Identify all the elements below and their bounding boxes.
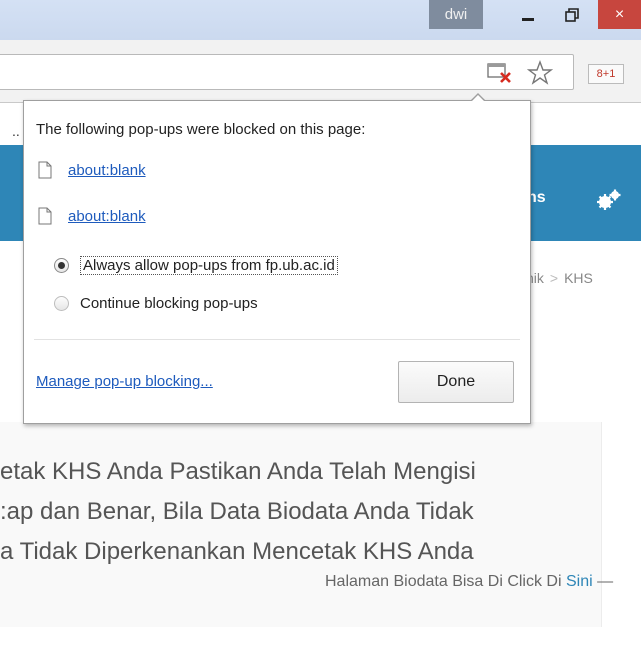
- done-button[interactable]: Done: [398, 361, 514, 403]
- minimize-icon: [522, 18, 534, 21]
- popup-blocked-bubble: The following pop-ups were blocked on th…: [23, 100, 531, 424]
- blocked-popup-item: about:blank: [38, 159, 146, 181]
- source-prefix: Halaman Biodata Bisa Di Click Di: [325, 573, 566, 590]
- popup-arrow-fill: [471, 95, 485, 102]
- restore-button[interactable]: [552, 0, 592, 29]
- truncated-text: ..: [12, 123, 20, 139]
- continue-blocking-option[interactable]: Continue blocking pop-ups: [54, 295, 258, 312]
- notice-line: a Tidak Diperkenankan Mencetak KHS Anda: [0, 538, 474, 565]
- google-plus-button[interactable]: 8+1: [588, 64, 624, 84]
- settings-gears-icon[interactable]: [594, 188, 624, 212]
- document-icon: [38, 161, 52, 179]
- bookmark-star-icon[interactable]: [526, 60, 554, 86]
- close-icon: ×: [614, 5, 625, 23]
- always-allow-option[interactable]: Always allow pop-ups from fp.ub.ac.id: [54, 256, 338, 275]
- radio-button-selected[interactable]: [54, 258, 69, 273]
- notice-source: Halaman Biodata Bisa Di Click Di Sini —: [325, 573, 613, 591]
- radio-button[interactable]: [54, 296, 69, 311]
- continue-blocking-label: Continue blocking pop-ups: [80, 295, 258, 312]
- profile-badge[interactable]: dwi: [429, 0, 483, 29]
- window-title-bar: dwi ×: [0, 0, 641, 40]
- notice-line: etak KHS Anda Pastikan Anda Telah Mengis…: [0, 458, 476, 485]
- restore-icon: [565, 7, 579, 22]
- document-icon: [38, 207, 52, 225]
- source-link[interactable]: Sini: [566, 573, 593, 590]
- google-plus-label: 8+1: [596, 68, 616, 80]
- minimize-button[interactable]: [508, 0, 548, 29]
- close-window-button[interactable]: ×: [598, 0, 641, 29]
- notice-line: :ap dan Benar, Bila Data Biodata Anda Ti…: [0, 498, 474, 525]
- blocked-popup-link[interactable]: about:blank: [68, 162, 146, 179]
- popup-heading: The following pop-ups were blocked on th…: [36, 121, 366, 138]
- popup-blocked-icon[interactable]: [487, 62, 513, 84]
- breadcrumb: nik > KHS: [526, 270, 593, 286]
- divider: [34, 339, 520, 340]
- profile-name: dwi: [444, 6, 468, 23]
- source-suffix: —: [592, 573, 614, 590]
- blocked-popup-item: about:blank: [38, 205, 146, 227]
- always-allow-label: Always allow pop-ups from fp.ub.ac.id: [80, 256, 338, 275]
- manage-popup-blocking-link[interactable]: Manage pop-up blocking...: [36, 373, 213, 390]
- breadcrumb-separator: >: [549, 270, 559, 286]
- breadcrumb-item-current: KHS: [564, 270, 593, 286]
- blocked-popup-link[interactable]: about:blank: [68, 208, 146, 225]
